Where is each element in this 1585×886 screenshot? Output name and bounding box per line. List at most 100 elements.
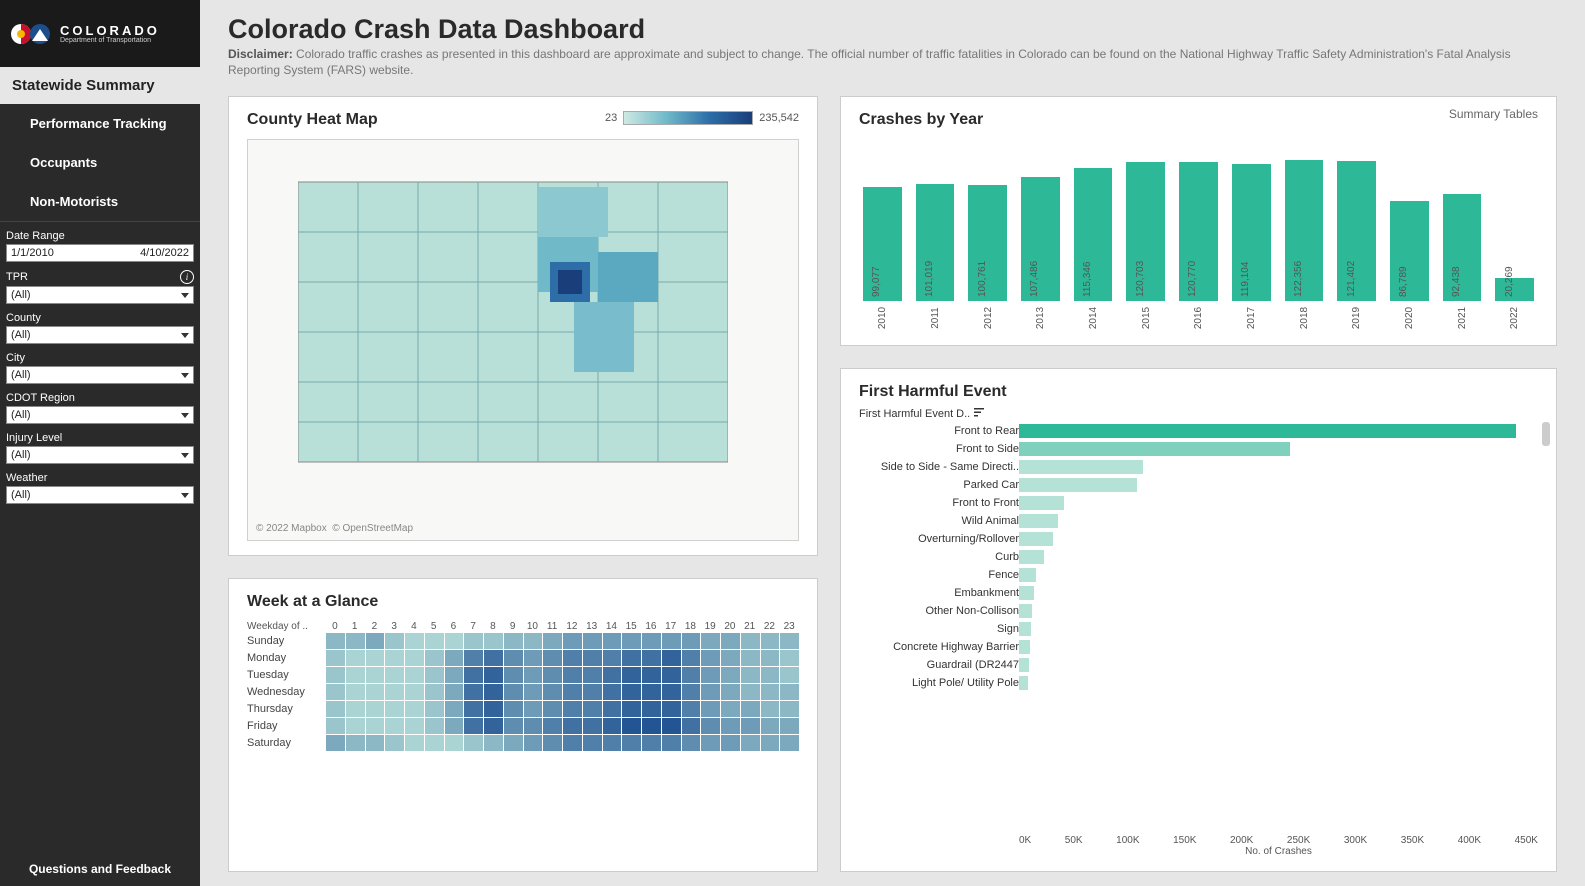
harm-bar[interactable] xyxy=(1019,566,1538,584)
year-bar[interactable]: 121,4022019 xyxy=(1337,161,1376,331)
brand-logo: COLORADO Department of Transportation xyxy=(0,0,200,67)
harm-category-label: Guardrail (DR2447 xyxy=(859,656,1019,674)
logo-icon xyxy=(10,19,54,49)
tpr-label: TPR xyxy=(6,271,28,283)
feedback-link[interactable]: Questions and Feedback xyxy=(0,852,200,886)
year-bar[interactable]: 122,3562018 xyxy=(1285,160,1324,331)
year-bar[interactable]: 107,4862013 xyxy=(1021,177,1060,331)
city-select[interactable]: (All) xyxy=(6,366,194,384)
chevron-down-icon xyxy=(181,453,189,458)
harm-category-label: Parked Car xyxy=(859,476,1019,494)
harm-category-label: Front to Front xyxy=(859,494,1019,512)
tpr-select[interactable]: (All) xyxy=(6,286,194,304)
chevron-down-icon xyxy=(181,373,189,378)
brand-dept: Department of Transportation xyxy=(60,37,160,44)
harm-category-label: Concrete Highway Barrier xyxy=(859,638,1019,656)
year-bar[interactable]: 120,7702016 xyxy=(1179,162,1218,331)
chevron-down-icon xyxy=(181,493,189,498)
harm-category-label: Embankment xyxy=(859,584,1019,602)
harm-category-label: Curb xyxy=(859,548,1019,566)
year-title: Crashes by Year xyxy=(859,111,1538,129)
harm-category-label: Other Non-Collison xyxy=(859,602,1019,620)
weather-select[interactable]: (All) xyxy=(6,486,194,504)
info-icon[interactable]: i xyxy=(180,270,194,284)
harm-title: First Harmful Event xyxy=(859,383,1538,401)
harm-x-axis: 0K50K100K150K200K250K300K350K400K450K xyxy=(859,835,1538,846)
year-bar[interactable]: 119,1042017 xyxy=(1232,164,1271,331)
year-bar[interactable]: 86,7892020 xyxy=(1390,201,1429,331)
week-row[interactable]: Friday xyxy=(247,718,799,734)
harm-column-header[interactable]: First Harmful Event D.. xyxy=(859,407,1538,420)
injury-select[interactable]: (All) xyxy=(6,446,194,464)
harm-bar[interactable] xyxy=(1019,674,1538,692)
week-row[interactable]: Saturday xyxy=(247,735,799,751)
year-bar[interactable]: 101,0192011 xyxy=(916,184,955,331)
harm-category-label: Front to Rear xyxy=(859,422,1019,440)
county-heatmap-card: County Heat Map 23 235,542 xyxy=(228,96,818,556)
harm-category-label: Front to Side xyxy=(859,440,1019,458)
year-bar[interactable]: 100,7612012 xyxy=(968,185,1007,331)
year-bar-chart[interactable]: 99,0772010 101,0192011 100,7612012 107,4862… xyxy=(859,129,1538,331)
nav-active[interactable]: Statewide Summary xyxy=(0,67,200,104)
harm-bar[interactable] xyxy=(1019,476,1538,494)
week-title: Week at a Glance xyxy=(247,593,799,611)
county-select[interactable]: (All) xyxy=(6,326,194,344)
harm-category-label: Light Pole/ Utility Pole xyxy=(859,674,1019,692)
chevron-down-icon xyxy=(181,333,189,338)
harm-bar[interactable] xyxy=(1019,584,1538,602)
summary-tables-link[interactable]: Summary Tables xyxy=(1449,107,1538,121)
harm-category-label: Overturning/Rollover xyxy=(859,530,1019,548)
main-content: Colorado Crash Data Dashboard Disclaimer… xyxy=(200,0,1585,886)
year-bar[interactable]: 92,4382021 xyxy=(1443,194,1482,331)
week-heatmap[interactable]: Weekday of ..012345678910111213141516171… xyxy=(247,621,799,751)
harm-category-label: Side to Side - Same Directi.. xyxy=(859,458,1019,476)
harm-bar[interactable] xyxy=(1019,530,1538,548)
harm-bar[interactable] xyxy=(1019,548,1538,566)
nav-performance[interactable]: Performance Tracking xyxy=(0,104,200,143)
page-title: Colorado Crash Data Dashboard xyxy=(228,14,1557,45)
injury-label: Injury Level xyxy=(6,432,62,444)
scrollbar-thumb[interactable] xyxy=(1542,422,1550,446)
disclaimer: Disclaimer: Colorado traffic crashes as … xyxy=(228,47,1557,78)
gradient-icon xyxy=(623,111,753,125)
map-attribution: © 2022 Mapbox © OpenStreetMap xyxy=(256,523,413,534)
crashes-by-year-card: Crashes by Year Summary Tables 99,077201… xyxy=(840,96,1557,346)
harm-bar-chart[interactable]: Front to RearFront to SideSide to Side -… xyxy=(859,422,1538,833)
week-row[interactable]: Sunday xyxy=(247,633,799,649)
weather-label: Weather xyxy=(6,472,47,484)
harm-bar[interactable] xyxy=(1019,602,1538,620)
nav-nonmotorists[interactable]: Non-Motorists xyxy=(0,182,200,221)
harm-bar[interactable] xyxy=(1019,620,1538,638)
sort-icon xyxy=(974,407,984,420)
harm-bar[interactable] xyxy=(1019,638,1538,656)
chevron-down-icon xyxy=(181,413,189,418)
county-map[interactable]: © 2022 Mapbox © OpenStreetMap xyxy=(247,139,799,541)
week-row[interactable]: Monday xyxy=(247,650,799,666)
year-bar[interactable]: 120,7032015 xyxy=(1126,162,1165,331)
harm-bar[interactable] xyxy=(1019,494,1538,512)
harm-xlabel: No. of Crashes xyxy=(859,846,1538,857)
year-bar[interactable]: 20,2692022 xyxy=(1495,278,1534,331)
week-row[interactable]: Tuesday xyxy=(247,667,799,683)
harm-bar[interactable] xyxy=(1019,458,1538,476)
chevron-down-icon xyxy=(181,293,189,298)
region-label: CDOT Region xyxy=(6,392,75,404)
harmful-event-card: First Harmful Event First Harmful Event … xyxy=(840,368,1557,872)
date-range-label: Date Range xyxy=(6,230,65,242)
harm-bar[interactable] xyxy=(1019,656,1538,674)
nav-occupants[interactable]: Occupants xyxy=(0,143,200,182)
year-bar[interactable]: 115,3462014 xyxy=(1074,168,1113,331)
filters-panel: Date Range 1/1/2010 4/10/2022 TPR i (All)… xyxy=(0,221,200,516)
harm-category-label: Fence xyxy=(859,566,1019,584)
harm-bar[interactable] xyxy=(1019,440,1538,458)
date-range-input[interactable]: 1/1/2010 4/10/2022 xyxy=(6,244,194,262)
region-select[interactable]: (All) xyxy=(6,406,194,424)
harm-bar[interactable] xyxy=(1019,422,1538,440)
week-row[interactable]: Wednesday xyxy=(247,684,799,700)
year-bar[interactable]: 99,0772010 xyxy=(863,187,902,331)
harm-bar[interactable] xyxy=(1019,512,1538,530)
county-label: County xyxy=(6,312,41,324)
week-row[interactable]: Thursday xyxy=(247,701,799,717)
sidebar: COLORADO Department of Transportation St… xyxy=(0,0,200,886)
city-label: City xyxy=(6,352,25,364)
